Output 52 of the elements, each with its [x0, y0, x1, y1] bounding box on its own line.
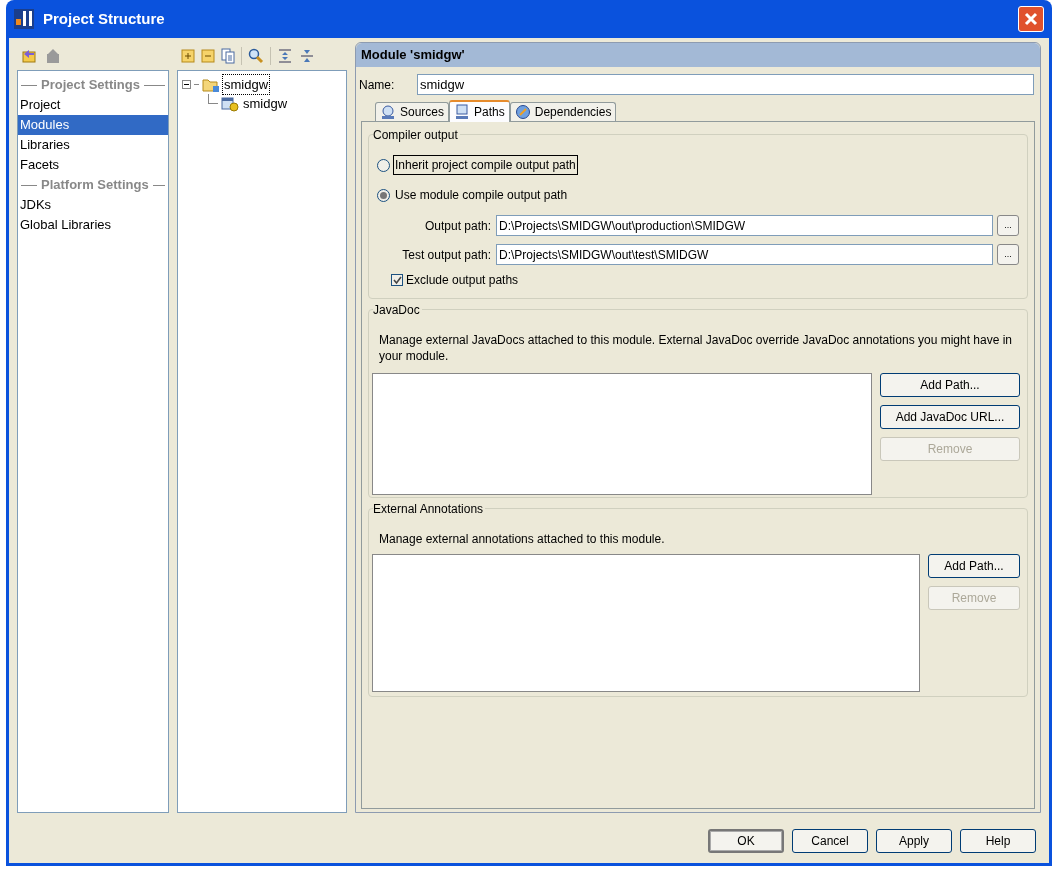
settings-item[interactable]: JDKs [18, 195, 168, 215]
settings-item[interactable]: Project [18, 95, 168, 115]
panel-header: Module 'smidgw' [356, 43, 1040, 67]
tree-item[interactable]: smidgw [223, 74, 270, 95]
tab[interactable]: Dependencies [509, 102, 617, 121]
window-title: Project Structure [43, 8, 166, 29]
dialog-button[interactable]: OK [708, 829, 784, 853]
dialog-button[interactable]: Apply [876, 829, 952, 853]
action-button[interactable]: Add JavaDoc URL... [880, 405, 1020, 429]
section-heading: Project Settings [41, 76, 140, 95]
copy-icon[interactable] [221, 48, 235, 64]
settings-item[interactable]: Global Libraries [18, 215, 168, 235]
section-heading: Platform Settings [41, 176, 149, 195]
action-button[interactable]: Add Path... [880, 373, 1020, 397]
dialog-button[interactable]: Cancel [792, 829, 868, 853]
settings-item[interactable]: Libraries [18, 135, 168, 155]
path-label: Output path: [423, 217, 492, 235]
module-folder-icon [202, 76, 220, 93]
browse-button[interactable]: ... [997, 244, 1019, 265]
module-icon [221, 95, 239, 112]
add-icon[interactable] [181, 49, 195, 63]
radio-label: Use module compile output path [394, 187, 569, 204]
name-field[interactable]: smidgw [417, 74, 1034, 95]
expand-all-icon[interactable] [277, 48, 293, 64]
back-folder-icon[interactable] [21, 48, 37, 64]
collapse-toggle-icon[interactable] [182, 80, 191, 89]
collapse-all-icon[interactable] [299, 48, 315, 64]
radio-button[interactable] [377, 158, 390, 172]
dialog-button[interactable]: Help [960, 829, 1036, 853]
tab[interactable]: Sources [375, 102, 450, 121]
dependency-icon [514, 104, 531, 120]
close-button[interactable] [1018, 6, 1044, 32]
path-field[interactable]: D:\Projects\SMIDGW\out\production\SMIDGW [496, 215, 993, 236]
close-icon [1024, 12, 1038, 26]
remove-icon[interactable] [201, 49, 215, 63]
search-icon[interactable] [248, 48, 264, 64]
browse-button[interactable]: ... [997, 215, 1019, 236]
tab[interactable]: Paths [449, 100, 510, 122]
description-text: Manage external annotations attached to this module. [378, 531, 666, 547]
description-text: Manage external JavaDocs attached to this module. External JavaDoc override JavaDoc annotations you might have in your module. [378, 332, 1014, 364]
path-field[interactable]: D:\Projects\SMIDGW\out\test\SMIDGW [496, 244, 993, 265]
action-button[interactable]: Add Path... [928, 554, 1020, 578]
app-logo-icon [13, 7, 35, 31]
tree-item[interactable]: smidgw [242, 93, 289, 114]
checkbox[interactable] [391, 274, 403, 286]
radio-label: Inherit project compile output path [393, 155, 578, 175]
settings-item[interactable]: Facets [18, 155, 168, 175]
path-label: Test output path: [401, 246, 492, 264]
radio-button[interactable] [377, 188, 390, 202]
name-label: Name: [359, 76, 396, 94]
settings-item[interactable]: Modules [18, 115, 168, 135]
checkbox-label: Exclude output paths [406, 272, 519, 289]
